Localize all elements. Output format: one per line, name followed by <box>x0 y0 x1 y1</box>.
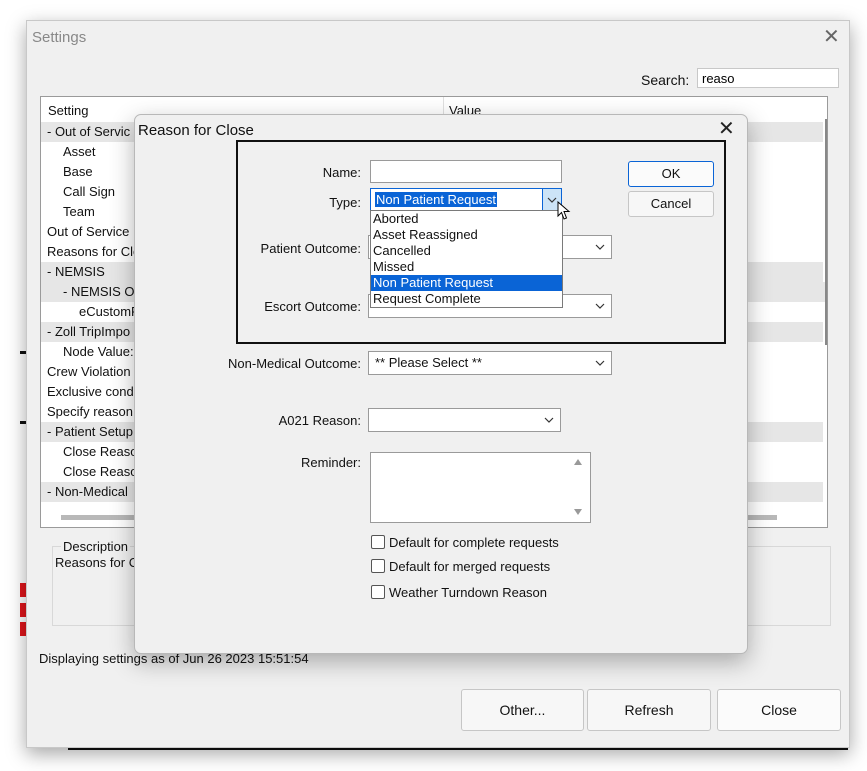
type-selected-value: Non Patient Request <box>375 192 497 207</box>
description-label: Description <box>61 539 131 554</box>
dropdown-option[interactable]: Aborted <box>371 211 562 227</box>
cancel-button[interactable]: Cancel <box>628 191 714 217</box>
non-medical-outcome-value: ** Please Select ** <box>375 355 482 370</box>
ok-button[interactable]: OK <box>628 161 714 187</box>
close-icon[interactable]: ✕ <box>718 119 735 139</box>
mouse-cursor-icon <box>557 201 571 220</box>
dropdown-option[interactable]: Cancelled <box>371 243 562 259</box>
weather-turndown-label: Weather Turndown Reason <box>389 585 548 600</box>
dialog-title: Reason for Close <box>138 122 254 139</box>
dropdown-option[interactable]: Request Complete <box>371 291 562 307</box>
refresh-button[interactable]: Refresh <box>587 689 711 731</box>
type-label: Type: <box>329 195 361 210</box>
search-input[interactable] <box>697 68 839 88</box>
a021-reason-label: A021 Reason: <box>278 413 361 428</box>
default-complete-checkbox[interactable] <box>371 535 385 549</box>
escort-outcome-label: Escort Outcome: <box>264 299 361 314</box>
chevron-down-icon <box>544 417 554 423</box>
other-button[interactable]: Other... <box>461 689 584 731</box>
close-button[interactable]: Close <box>717 689 841 731</box>
description-text: Reasons for C <box>55 555 139 570</box>
dropdown-option[interactable]: Asset Reassigned <box>371 227 562 243</box>
reminder-label: Reminder: <box>301 455 361 470</box>
patient-outcome-label: Patient Outcome: <box>260 241 361 256</box>
dropdown-option-selected[interactable]: Non Patient Request <box>371 275 562 291</box>
non-medical-outcome-label: Non-Medical Outcome: <box>228 356 361 371</box>
search-label: Search: <box>641 72 690 88</box>
dropdown-option[interactable]: Missed <box>371 259 562 275</box>
default-complete-label: Default for complete requests <box>389 535 559 550</box>
scroll-up-icon[interactable] <box>573 458 583 466</box>
name-label: Name: <box>322 165 361 180</box>
name-field[interactable] <box>370 160 562 183</box>
type-dropdown-list: Aborted Asset Reassigned Cancelled Misse… <box>370 210 563 308</box>
reason-for-close-dialog: Reason for Close ✕ Name: Type: Non Patie… <box>134 114 748 654</box>
column-header-setting[interactable]: Setting <box>48 103 88 118</box>
non-medical-outcome-select[interactable]: ** Please Select ** <box>368 351 612 375</box>
vertical-scrollbar[interactable] <box>825 119 827 345</box>
close-icon[interactable]: ✕ <box>823 27 840 47</box>
settings-title: Settings <box>32 29 87 46</box>
type-select[interactable]: Non Patient Request <box>370 188 562 212</box>
chevron-down-icon <box>595 303 605 309</box>
default-merged-checkbox[interactable] <box>371 559 385 573</box>
default-merged-label: Default for merged requests <box>389 559 551 574</box>
weather-turndown-checkbox[interactable] <box>371 585 385 599</box>
chevron-down-icon <box>595 360 605 366</box>
chevron-down-icon <box>595 244 605 250</box>
reminder-textarea[interactable] <box>370 452 591 523</box>
scroll-down-icon[interactable] <box>573 508 583 516</box>
a021-reason-select[interactable] <box>368 408 561 432</box>
